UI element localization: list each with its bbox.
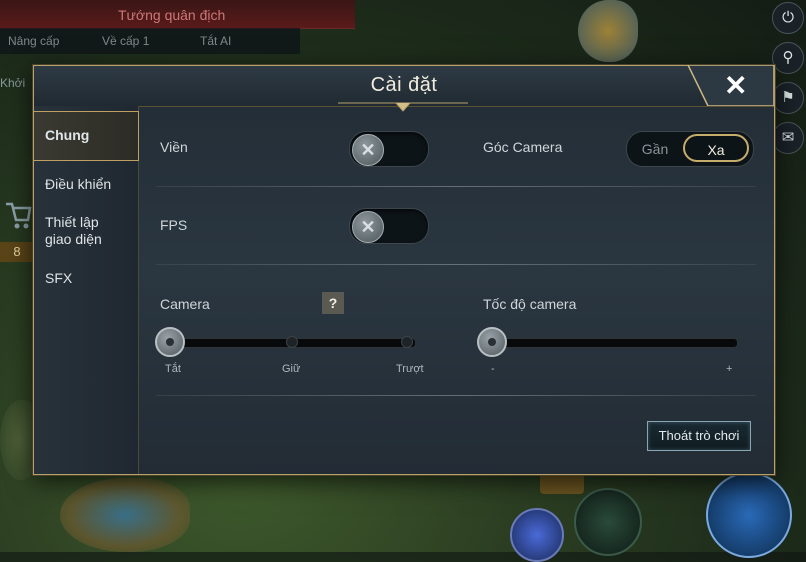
sidebar-item-label: Thiết lập giao diện xyxy=(45,214,102,247)
sidebar-item-label: Điều khiển xyxy=(45,176,112,192)
divider xyxy=(156,264,756,265)
sidebar-item-general[interactable]: Chung xyxy=(34,111,139,161)
fps-label: FPS xyxy=(160,217,188,233)
close-icon[interactable]: ✕ xyxy=(724,72,747,100)
camera-angle-far[interactable]: Xa xyxy=(683,134,749,162)
help-icon[interactable]: ? xyxy=(322,292,344,314)
slider-notch xyxy=(286,336,298,348)
off-icon: ✕ xyxy=(360,140,376,160)
slider-notch xyxy=(401,336,413,348)
camera-speed-slider[interactable] xyxy=(480,338,738,348)
tick-hold: Giữ xyxy=(282,363,301,375)
tick-off: Tắt xyxy=(165,363,181,375)
sidebar-item-label: Chung xyxy=(45,127,90,143)
skill-button-ability[interactable] xyxy=(574,488,642,556)
outline-label: Viền xyxy=(160,139,188,155)
tick-max: + xyxy=(726,363,733,375)
hero-figure xyxy=(60,478,190,552)
settings-sidebar: Chung Điều khiển Thiết lập giao diện SFX xyxy=(34,106,139,474)
gold-count: 8 xyxy=(0,242,34,262)
location-pin-icon[interactable]: ⚲ xyxy=(772,42,804,74)
settings-dialog: Cài đặt ✕ Chung Điều khiển Thiết lập gia… xyxy=(33,65,775,475)
divider xyxy=(156,186,756,187)
dialog-title: Cài đặt xyxy=(370,74,438,96)
skill-button-ability[interactable] xyxy=(510,508,564,562)
enemy-hero-label: Tướng quân địch xyxy=(118,7,226,23)
sidebar-item-interface[interactable]: Thiết lập giao diện xyxy=(34,214,124,248)
tick-slide: Trượt xyxy=(396,363,424,375)
background-label: Khởi xyxy=(0,76,26,90)
camera-speed-label: Tốc độ camera xyxy=(483,296,577,312)
camera-label: Camera xyxy=(160,296,210,312)
divider xyxy=(156,395,756,396)
off-icon: ✕ xyxy=(360,217,376,237)
toggle-knob: ✕ xyxy=(352,211,384,243)
tick-min: - xyxy=(491,363,495,375)
gold-indicator xyxy=(540,472,584,494)
hero-figure xyxy=(578,0,638,62)
camera-angle-selector: Gần Xa xyxy=(626,131,754,167)
ai-off-button[interactable]: Tắt AI xyxy=(200,34,231,48)
enemy-hero-bar: Tướng quân địch xyxy=(0,0,355,29)
attack-button[interactable] xyxy=(706,472,792,558)
camera-angle-near[interactable]: Gần xyxy=(627,132,683,166)
flag-icon[interactable]: ⚑ xyxy=(772,82,804,114)
menu-icon[interactable]: ⏻ xyxy=(772,2,804,34)
chat-icon[interactable]: ✉ xyxy=(772,122,804,154)
sidebar-item-sfx[interactable]: SFX xyxy=(34,270,138,287)
camera-mode-slider-handle[interactable] xyxy=(155,327,185,357)
title-ornament xyxy=(338,102,468,112)
shop-cart-icon[interactable] xyxy=(4,198,32,238)
camera-angle-label: Góc Camera xyxy=(483,139,563,155)
sidebar-item-label: SFX xyxy=(45,270,73,286)
upgrade-button[interactable]: Nâng cấp xyxy=(8,34,59,48)
sidebar-item-controls[interactable]: Điều khiển xyxy=(34,176,138,193)
quit-game-button[interactable]: Thoát trò chơi xyxy=(647,421,751,451)
toggle-knob: ✕ xyxy=(352,134,384,166)
outline-toggle[interactable]: ✕ xyxy=(349,131,429,167)
fps-toggle[interactable]: ✕ xyxy=(349,208,429,244)
camera-speed-slider-handle[interactable] xyxy=(477,327,507,357)
reset-level-button[interactable]: Về cấp 1 xyxy=(102,34,149,48)
